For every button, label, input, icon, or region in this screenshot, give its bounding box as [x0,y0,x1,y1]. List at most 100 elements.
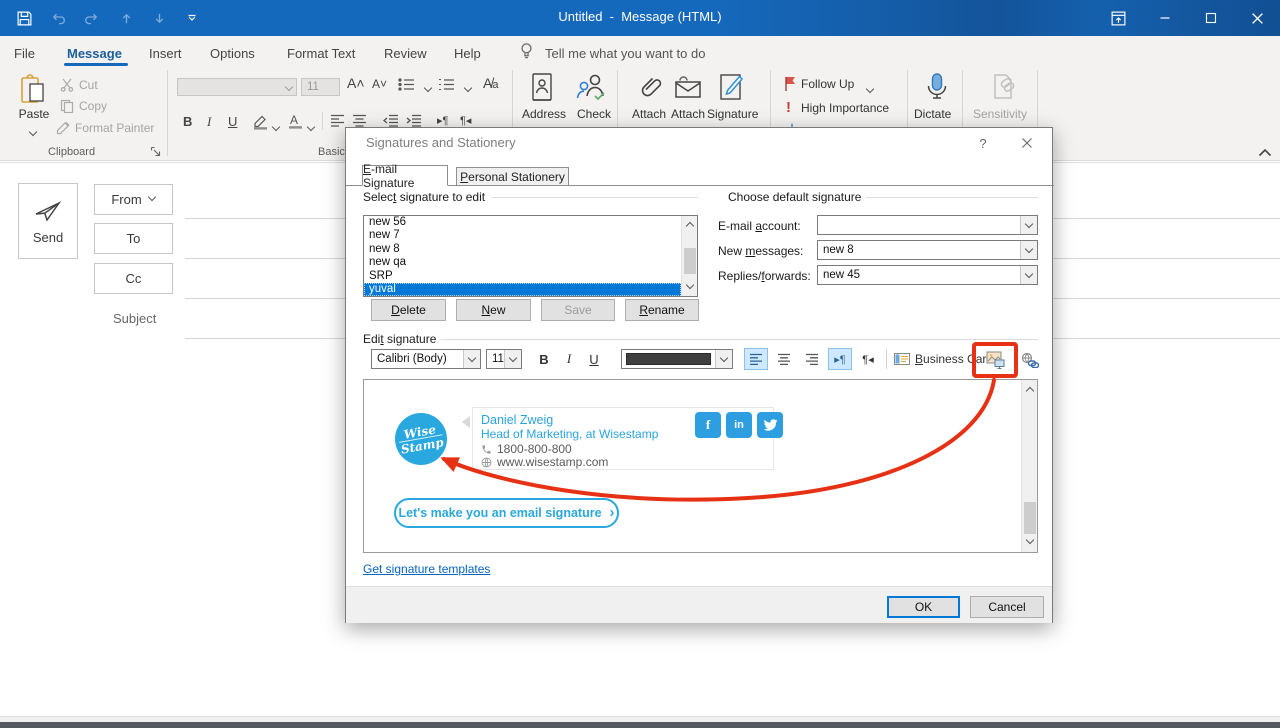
format-painter-icon[interactable] [56,121,71,135]
maximize-icon[interactable] [1196,6,1226,30]
scrollbar-thumb[interactable] [1024,502,1036,534]
scroll-down-icon[interactable] [1026,537,1034,545]
new-messages-combo[interactable]: new 8 [817,240,1038,260]
highlight-dropdown-icon[interactable] [272,119,280,137]
follow-up-flag-icon[interactable] [783,76,797,92]
combo-dropdown-icon[interactable] [715,350,732,368]
font-color-combo[interactable] [621,349,733,369]
tab-review[interactable]: Review [384,41,427,65]
signature-button[interactable]: Signature [707,107,758,121]
scroll-up-icon[interactable] [686,220,694,228]
font-color-icon[interactable]: A [287,113,304,130]
high-importance-icon[interactable]: ! [786,99,791,116]
numbering-icon[interactable] [438,77,460,92]
bold-button[interactable]: B [183,114,192,129]
scrollbar-thumb[interactable] [684,248,696,274]
sig-bold-button[interactable]: B [534,349,554,369]
ok-button[interactable]: OK [887,596,960,618]
dialog-help-button[interactable]: ? [968,132,998,154]
new-button[interactable]: New [456,299,531,321]
list-item-selected[interactable]: yuval [364,283,681,296]
attach-file-icon[interactable] [636,72,662,104]
tab-message[interactable]: Message [67,41,122,65]
list-item[interactable]: new 56 [364,216,697,229]
signature-edit-area[interactable]: Wise Stamp Daniel Zweig Head of Marketin… [363,379,1038,553]
bullets-dropdown-icon[interactable] [424,80,432,98]
ltr-direction-button[interactable]: ▸¶ [828,348,852,370]
sig-align-right-button[interactable] [800,348,824,370]
check-names-button[interactable]: Check [577,107,611,121]
scroll-up-icon[interactable] [1026,385,1034,393]
rtl-paragraph-icon[interactable]: ¶◂ [460,114,471,127]
shrink-font-icon[interactable]: A˅ [372,77,387,91]
dictate-icon[interactable] [924,72,950,104]
minimize-icon[interactable] [1150,6,1180,30]
list-item[interactable]: new qa [364,256,697,269]
italic-button[interactable]: I [207,114,211,130]
follow-up-dropdown-icon[interactable] [866,81,874,99]
previous-item-icon[interactable] [116,9,136,27]
collapse-ribbon-icon[interactable] [1258,148,1272,157]
cc-button[interactable]: Cc [94,263,173,294]
highlight-color-icon[interactable] [252,114,269,130]
tab-email-signature[interactable]: E-mail Signature [362,165,448,186]
redo-icon[interactable] [82,9,102,27]
tab-help[interactable]: Help [454,41,481,65]
combo-dropdown-icon[interactable] [1020,266,1037,284]
ribbon-display-options-icon[interactable] [1103,6,1133,30]
align-center-icon[interactable] [352,114,367,127]
font-name-combo[interactable] [177,78,297,96]
email-account-combo[interactable] [817,215,1038,235]
save-icon[interactable] [14,9,34,27]
paste-icon[interactable] [18,74,48,106]
underline-button[interactable]: U [228,114,237,129]
dialog-close-icon[interactable] [1012,132,1042,154]
clear-formatting-icon[interactable]: A̸a [483,75,498,91]
copy-button[interactable]: Copy [79,99,107,113]
cut-icon[interactable] [60,78,74,92]
signature-icon[interactable] [716,72,746,104]
font-size-combo[interactable]: 11 [301,78,340,96]
ltr-paragraph-icon[interactable]: ▸¶ [437,114,448,127]
cut-button[interactable]: Cut [79,78,98,92]
attach-file-button[interactable]: Attach [632,107,666,121]
undo-icon[interactable] [48,9,68,27]
numbering-dropdown-icon[interactable] [464,80,472,98]
close-icon[interactable] [1242,6,1272,30]
next-item-icon[interactable] [149,9,169,27]
follow-up-button[interactable]: Follow Up [801,77,854,91]
cancel-button[interactable]: Cancel [970,596,1044,618]
paste-dropdown-icon[interactable] [29,124,37,142]
format-painter-button[interactable]: Format Painter [75,121,154,135]
scroll-down-icon[interactable] [686,282,694,290]
combo-dropdown-icon[interactable] [504,350,521,368]
font-color-dropdown-icon[interactable] [307,119,315,137]
attach-item-button[interactable]: Attach [671,107,705,121]
sig-align-center-button[interactable] [772,348,796,370]
clipboard-dialog-launcher-icon[interactable] [150,146,161,157]
copy-icon[interactable] [60,99,74,113]
signature-size-combo[interactable]: 11 [486,349,522,369]
get-signature-templates-link[interactable]: Get signature templates [363,562,490,576]
grow-font-icon[interactable]: A˄ [347,75,365,91]
send-button[interactable]: Send [18,183,78,259]
tab-insert[interactable]: Insert [149,41,182,65]
list-item[interactable]: SRP [364,270,697,283]
tab-format-text[interactable]: Format Text [287,41,355,65]
bullets-icon[interactable] [398,77,420,92]
decrease-indent-icon[interactable] [383,114,399,127]
replies-forwards-combo[interactable]: new 45 [817,265,1038,285]
align-left-icon[interactable] [330,114,345,127]
combo-dropdown-icon[interactable] [1020,216,1037,234]
list-item[interactable]: new 8 [364,243,697,256]
check-names-icon[interactable] [575,72,607,104]
tell-me-box[interactable]: Tell me what you want to do [545,41,705,65]
increase-indent-icon[interactable] [406,114,422,127]
dictate-button[interactable]: Dictate [914,107,951,121]
high-importance-button[interactable]: High Importance [801,101,889,115]
from-button[interactable]: From [94,184,173,215]
address-book-icon[interactable] [527,72,557,104]
rtl-direction-button[interactable]: ¶◂ [856,348,880,370]
address-book-button[interactable]: Address [522,107,566,121]
sig-italic-button[interactable]: I [559,349,579,369]
